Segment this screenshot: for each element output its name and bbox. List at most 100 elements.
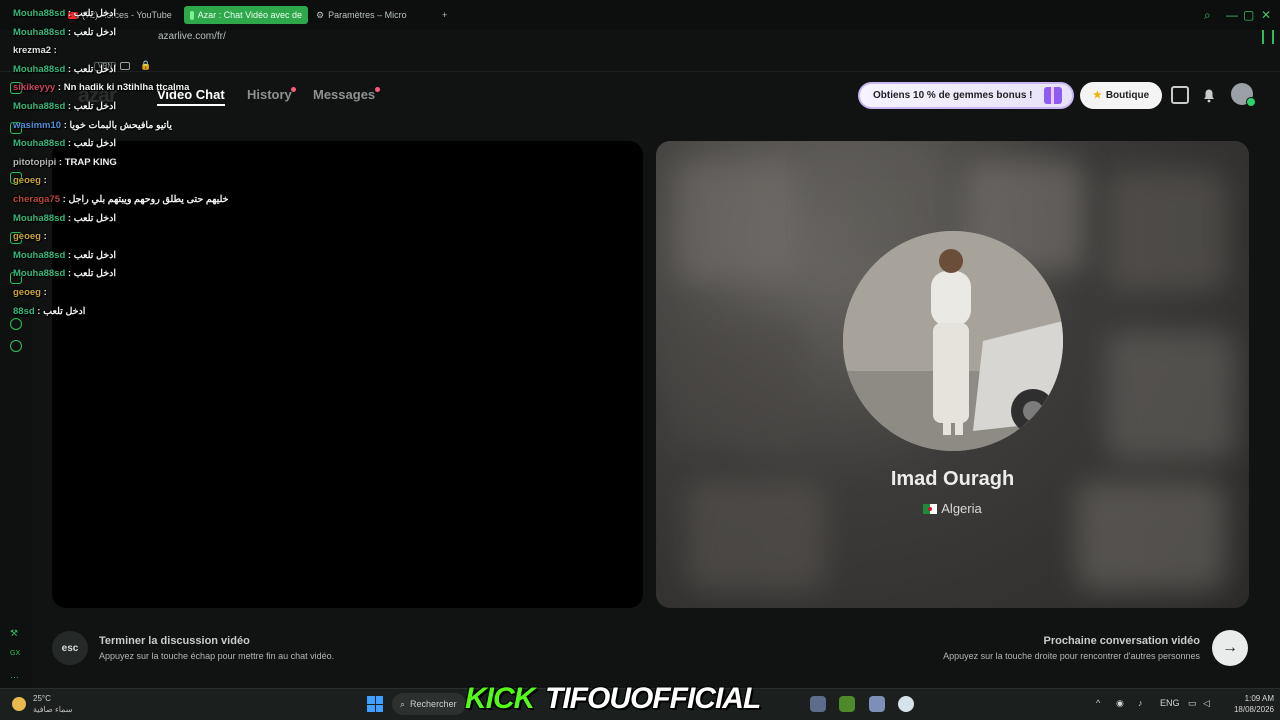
clock-time: 1:09 AM — [1244, 694, 1274, 703]
chat-text: ادخل تلعب — [73, 63, 116, 75]
chat-username: Mouha88sd — [13, 212, 66, 224]
moon-icon — [12, 697, 26, 711]
country-label: Algeria — [941, 501, 982, 516]
chat-username: cheraga75 — [13, 194, 61, 205]
tab-messages[interactable]: Messages — [313, 87, 375, 102]
chat-message: krezma2 : — [13, 45, 57, 56]
gem-promo-button[interactable]: Obtiens 10 % de gemmes bonus ! — [858, 82, 1074, 109]
shop-button[interactable]: ★ Boutique — [1080, 82, 1162, 109]
chat-separator: : — [65, 249, 74, 261]
chat-text: ادخل تلعب — [73, 101, 116, 112]
chat-username: Mouha88sd — [13, 249, 66, 261]
chat-message: sikikeyyy : Nn hadik ki n3tihlha ttcalma — [13, 82, 189, 93]
tab-settings[interactable]: ⚙ Paramètres – Micro — [310, 6, 413, 24]
avatar[interactable] — [1231, 83, 1256, 107]
search-icon[interactable]: ⌕ — [1204, 8, 1211, 23]
settings-icon[interactable] — [10, 340, 22, 352]
algeria-flag-icon — [923, 504, 938, 514]
volume-icon[interactable]: ◁ — [1203, 698, 1210, 709]
chat-message: geoeg : — [13, 175, 47, 186]
maximize-icon[interactable]: ▢ — [1243, 8, 1254, 22]
taskbar-app-icon[interactable] — [839, 696, 855, 712]
wifi-icon[interactable]: ▭ — [1188, 698, 1197, 709]
network-app-icon[interactable]: ◉ — [1116, 698, 1124, 709]
tab-history[interactable]: History — [247, 87, 292, 102]
browser-tab-bar: (72) Xerces - YouTube Azar : Chat Vidéo … — [0, 0, 1280, 30]
chat-username: sikikeyyy — [13, 82, 56, 94]
tab-label: Paramètres – Micro — [328, 10, 407, 20]
minimize-icon[interactable]: — — [1226, 8, 1238, 22]
channel-name: TIFOUOFFICIAL — [545, 682, 761, 715]
end-chat-hint: Appuyez sur la touche échap pour mettre … — [99, 651, 335, 661]
self-video-panel — [52, 141, 643, 608]
chevron-up-icon[interactable]: ^ — [1096, 698, 1100, 708]
chat-text: ادخل تلعب — [73, 8, 116, 19]
star-icon: ★ — [1092, 90, 1102, 101]
end-chat-button[interactable]: esc — [52, 631, 88, 665]
chat-separator: : — [56, 156, 65, 168]
chat-message: 88sd : ادخل تلعب — [13, 306, 85, 317]
chat-separator: : — [65, 63, 74, 75]
messages-notification-dot — [375, 87, 380, 92]
chat-username: 88sd — [13, 305, 35, 317]
menu-icon[interactable] — [1272, 30, 1274, 44]
chat-separator: : — [65, 26, 74, 38]
chat-username: Mouha88sd — [13, 101, 66, 112]
close-icon[interactable]: ✕ — [1261, 8, 1271, 22]
chat-separator: : — [40, 287, 47, 298]
chat-message: Mouha88sd : ادخل تلعب — [13, 138, 116, 149]
weather-temperature[interactable]: 25°C — [33, 694, 51, 703]
chat-username: Mouha88sd — [13, 26, 66, 38]
chat-message: pitotopipi : TRAP KING — [13, 157, 117, 168]
chat-message: geoeg : — [13, 287, 47, 298]
lock-icon: 🔒 — [140, 60, 152, 70]
start-button[interactable] — [367, 696, 383, 712]
sidebar-toggle-icon[interactable] — [1262, 30, 1264, 44]
chat-username: wasimm10 — [13, 119, 62, 131]
chat-message: cheraga75 : خليهم حتى يطلق روحهم ويبتهم … — [13, 194, 228, 205]
search-icon: ⌕ — [400, 698, 406, 709]
gear-icon: ⚙ — [316, 9, 325, 20]
arrow-right-icon: → — [1222, 639, 1238, 656]
tab-azar[interactable]: Azar : Chat Vidéo avec de — [184, 6, 308, 24]
chat-username: Mouha88sd — [13, 63, 66, 75]
gx-text-icon[interactable]: GX — [10, 650, 22, 662]
gx-icon[interactable]: ⚒ — [10, 628, 22, 640]
new-tab-button[interactable]: + — [436, 6, 453, 24]
taskbar-app-icon[interactable] — [898, 696, 914, 712]
azar-tab-icon — [190, 10, 194, 20]
taskbar-app-icon[interactable] — [869, 696, 885, 712]
chat-icon[interactable] — [10, 318, 22, 330]
chat-message: Mouha88sd : ادخل تلعب — [13, 101, 116, 112]
taskbar-search[interactable]: ⌕ Rechercher — [392, 693, 466, 715]
search-label: Rechercher — [410, 699, 457, 709]
camera-icon[interactable] — [120, 62, 130, 70]
chat-message: Mouha88sd : ادخل تلعب — [13, 64, 116, 75]
chat-message: Mouha88sd : ادخل تلعب — [13, 27, 116, 38]
language-indicator[interactable]: ENG — [1160, 698, 1180, 708]
bell-icon[interactable] — [1200, 86, 1218, 104]
shop-label: Boutique — [1105, 90, 1150, 101]
chat-text: TRAP KING — [64, 156, 117, 168]
url-field[interactable]: azarlive.com/fr/ — [158, 31, 226, 42]
next-chat-button[interactable]: → — [1212, 630, 1248, 666]
chat-username: Mouha88sd — [13, 268, 66, 280]
chat-text: ادخل تلعب — [73, 212, 116, 224]
taskbar-clock[interactable]: 1:09 AM 18/08/2026 — [1222, 693, 1274, 715]
chat-text: ادخل تلعب — [73, 138, 116, 150]
microphone-icon[interactable]: ♪ — [1138, 698, 1143, 708]
kick-logo: KICK — [465, 682, 535, 715]
taskbar-app-icon[interactable] — [810, 696, 826, 712]
chat-separator: : — [65, 138, 74, 150]
inbox-icon[interactable] — [1171, 86, 1189, 104]
chat-separator: : — [65, 101, 74, 112]
history-notification-dot — [291, 87, 296, 92]
chat-message: geoeg : — [13, 231, 47, 242]
next-chat-title: Prochaine conversation vidéo — [1043, 635, 1201, 647]
chat-separator: : — [40, 175, 47, 187]
chat-username: pitotopipi — [13, 156, 57, 168]
chat-message: Mouha88sd : ادخل تلعب — [13, 213, 116, 224]
chat-text: ادخل تلعب — [73, 268, 116, 280]
chat-text: ادخل تلعب — [73, 249, 116, 261]
more-icon[interactable]: … — [10, 670, 22, 682]
